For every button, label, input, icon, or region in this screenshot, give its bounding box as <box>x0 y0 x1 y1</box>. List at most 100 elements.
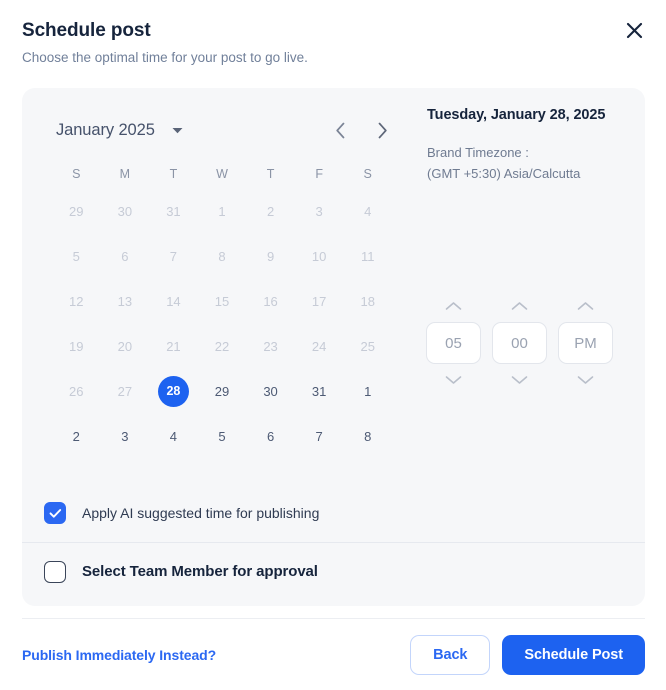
calendar-day: 23 <box>246 328 295 364</box>
checkbox-unchecked[interactable] <box>44 560 66 583</box>
day-of-week-label: T <box>266 167 275 181</box>
calendar-nav <box>330 119 400 141</box>
options-list: Apply AI suggested time for publishing Se… <box>22 484 645 600</box>
calendar-day[interactable]: 3 <box>101 418 150 454</box>
calendar-day[interactable]: 31 <box>295 373 344 409</box>
hour-decrement-chevron-down-icon[interactable] <box>435 370 473 390</box>
calendar-day-number: 7 <box>169 248 178 264</box>
minute-stepper: 00 <box>492 296 547 390</box>
calendar-day-number: 27 <box>117 383 133 399</box>
calendar-day[interactable]: 1 <box>343 373 392 409</box>
calendar-day: 12 <box>52 283 101 319</box>
page-title: Schedule post <box>22 20 151 41</box>
chevron-left-icon[interactable] <box>330 119 350 141</box>
day-of-week-label: W <box>216 167 228 181</box>
meridiem-decrement-chevron-down-icon[interactable] <box>567 370 605 390</box>
minute-input[interactable]: 00 <box>492 322 547 364</box>
calendar-day-number: 25 <box>360 338 375 354</box>
calendar-day-number: 9 <box>266 248 275 264</box>
calendar-day[interactable]: 30 <box>246 373 295 409</box>
calendar-day: 6 <box>101 238 150 274</box>
calendar-day-selected[interactable]: 28 <box>149 373 198 409</box>
chevron-right-icon[interactable] <box>372 119 392 141</box>
calendar-day[interactable]: 4 <box>149 418 198 454</box>
hour-input[interactable]: 05 <box>426 322 481 364</box>
chevron-down-icon[interactable] <box>171 126 184 135</box>
calendar-day-number: 24 <box>311 338 327 354</box>
calendar-day: 18 <box>343 283 392 319</box>
calendar-day: 9 <box>246 238 295 274</box>
option-label: Apply AI suggested time for publishing <box>82 505 320 521</box>
calendar-day: 1 <box>198 193 247 229</box>
calendar-day-number: 19 <box>69 338 84 354</box>
calendar-day[interactable]: 29 <box>198 373 247 409</box>
scheduler-card: January 2025 S M T W T F S 29 30 31 1 2 … <box>22 88 645 606</box>
option-label: Select Team Member for approval <box>82 563 318 580</box>
calendar-day: 29 <box>52 193 101 229</box>
option-row[interactable]: Select Team Member for approval <box>22 542 645 600</box>
calendar-day: 19 <box>52 328 101 364</box>
calendar-day-number: 14 <box>166 293 181 309</box>
calendar-day[interactable]: 5 <box>198 418 247 454</box>
calendar-day-number: 1 <box>218 203 226 219</box>
calendar-header: January 2025 <box>40 110 410 150</box>
calendar-week-row: 2 3 4 5 6 7 8 <box>52 418 392 454</box>
calendar-day: 7 <box>149 238 198 274</box>
calendar-day: 10 <box>295 238 344 274</box>
calendar-day-number: 2 <box>72 428 80 444</box>
timezone-value: (GMT +5:30) Asia/Calcutta <box>427 166 581 181</box>
calendar-day-number: 13 <box>117 293 133 309</box>
meridiem-increment-chevron-up-icon[interactable] <box>567 296 605 316</box>
calendar-day-number: 29 <box>214 383 230 399</box>
minute-decrement-chevron-down-icon[interactable] <box>501 370 539 390</box>
calendar-grid: 29 30 31 1 2 3 4 5 6 7 8 9 10 11 12 13 14 15 16 17 18 19 20 21 2… <box>40 193 410 454</box>
calendar-day: 17 <box>295 283 344 319</box>
calendar-day-number: 26 <box>69 383 84 399</box>
check-icon <box>49 508 61 518</box>
calendar-day-number: 3 <box>121 428 129 444</box>
month-year-label[interactable]: January 2025 <box>56 121 155 140</box>
time-spinner: 05 00 PM <box>426 296 613 390</box>
calendar-day[interactable]: 2 <box>52 418 101 454</box>
modal-subtitle: Choose the optimal time for your post to… <box>22 50 308 65</box>
day-of-week-label: M <box>119 167 131 181</box>
calendar-day[interactable]: 8 <box>343 418 392 454</box>
calendar-day-number: 4 <box>169 428 178 444</box>
calendar-day-number: 8 <box>218 248 226 264</box>
calendar-day-number: 31 <box>311 383 327 399</box>
calendar-day[interactable]: 6 <box>246 418 295 454</box>
hour-increment-chevron-up-icon[interactable] <box>435 296 473 316</box>
calendar-day-number: 2 <box>266 203 275 219</box>
calendar-day: 8 <box>198 238 247 274</box>
close-icon[interactable] <box>620 16 648 44</box>
calendar-week-row: 5 6 7 8 9 10 11 <box>52 238 392 274</box>
calendar-week-row: 29 30 31 1 2 3 4 <box>52 193 392 229</box>
option-row[interactable]: Apply AI suggested time for publishing <box>22 484 645 542</box>
checkbox-checked[interactable] <box>44 502 66 524</box>
calendar-day-number: 4 <box>364 203 372 219</box>
schedule-post-button[interactable]: Schedule Post <box>502 634 645 675</box>
calendar-day: 4 <box>343 193 392 229</box>
calendar-day: 26 <box>52 373 101 409</box>
calendar-day-number: 16 <box>263 293 278 309</box>
calendar-day: 27 <box>101 373 150 409</box>
calendar-day: 3 <box>295 193 344 229</box>
minute-increment-chevron-up-icon[interactable] <box>501 296 539 316</box>
back-button[interactable]: Back <box>410 634 491 675</box>
calendar-day[interactable]: 7 <box>295 418 344 454</box>
calendar-day-number: 20 <box>117 338 133 354</box>
calendar-day-number: 17 <box>311 293 327 309</box>
modal-header: Schedule post Choose the optimal time fo… <box>0 0 666 69</box>
calendar-day-number: 1 <box>364 383 372 399</box>
calendar-day: 5 <box>52 238 101 274</box>
meridiem-input[interactable]: PM <box>558 322 613 364</box>
calendar-day-number: 5 <box>218 428 226 444</box>
calendar-day-number: 15 <box>214 293 230 309</box>
modal-footer: Publish Immediately Instead? Back Schedu… <box>22 618 645 690</box>
calendar-day: 14 <box>149 283 198 319</box>
calendar-day: 15 <box>198 283 247 319</box>
calendar-day-number: 3 <box>315 203 323 219</box>
publish-immediately-link[interactable]: Publish Immediately Instead? <box>22 647 216 663</box>
timezone-label: Brand Timezone : <box>427 145 529 160</box>
calendar-day-number: 30 <box>263 383 278 399</box>
